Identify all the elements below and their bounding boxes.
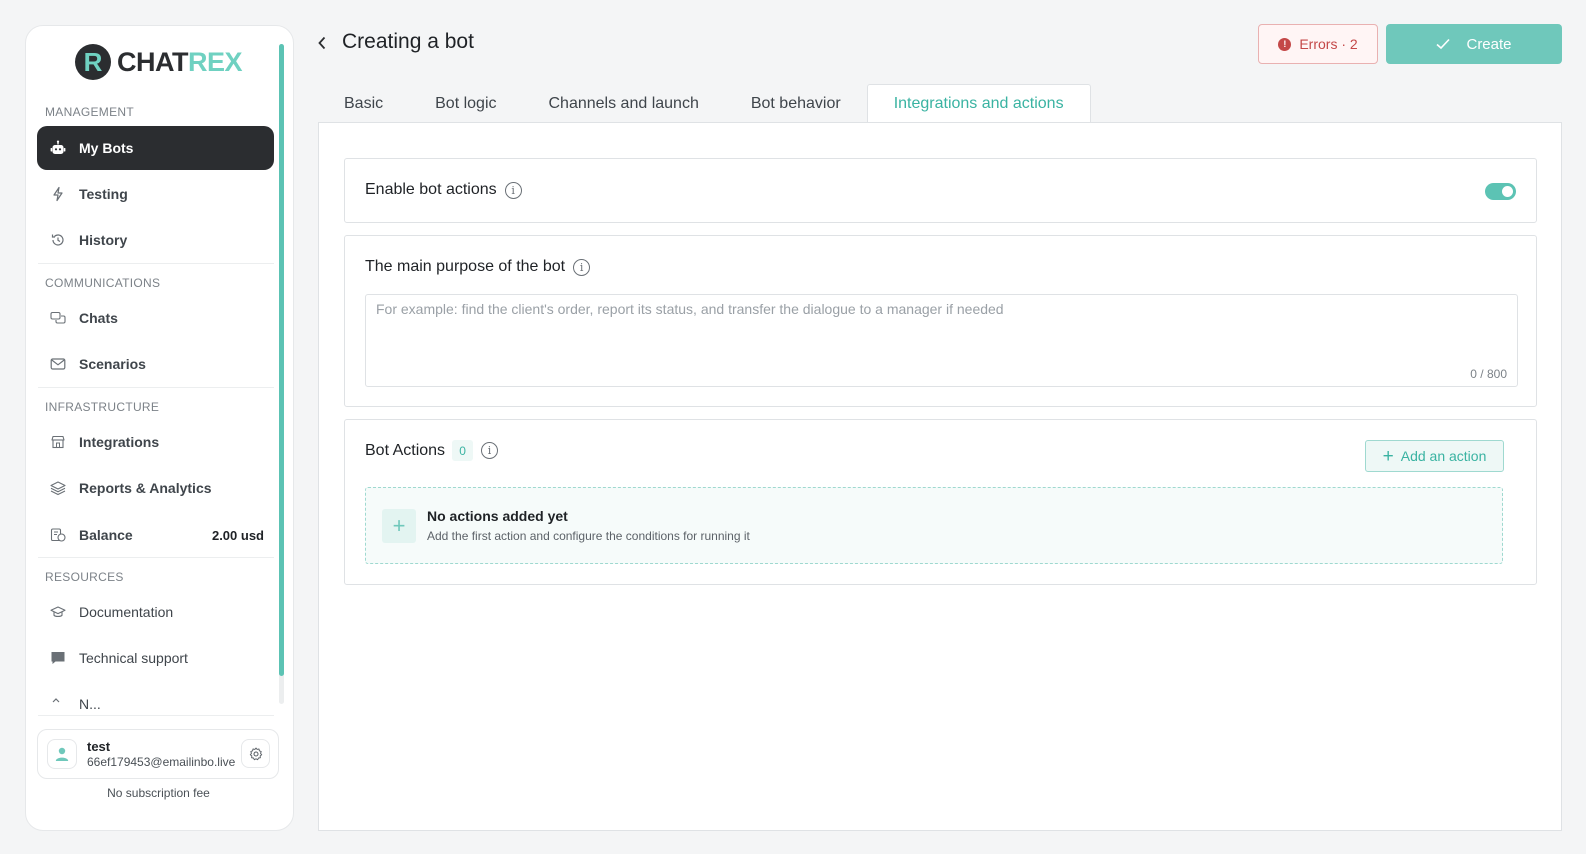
enable-actions-title: Enable bot actions i xyxy=(365,181,522,199)
char-counter: 0 / 800 xyxy=(1470,367,1507,381)
section-label-resources: RESOURCES xyxy=(45,570,124,584)
news-icon xyxy=(49,695,67,713)
actions-count-badge: 0 xyxy=(452,440,474,461)
avatar xyxy=(47,739,77,769)
sidebar-item-label: Scenarios xyxy=(79,356,146,372)
plus-icon: + xyxy=(1382,445,1394,467)
user-card[interactable]: test 66ef179453@emailinbo.live xyxy=(37,729,279,779)
enable-actions-card: Enable bot actions i xyxy=(344,158,1537,223)
add-action-button[interactable]: + Add an action xyxy=(1365,440,1504,472)
sidebar-scrollbar-thumb[interactable] xyxy=(279,44,284,676)
sidebar-item-reports[interactable]: Reports & Analytics xyxy=(37,466,274,510)
sidebar: R CHATREX MANAGEMENT My Bots Testing His… xyxy=(25,25,294,831)
logo-text: CHATREX xyxy=(117,46,243,77)
errors-label: Errors · 2 xyxy=(1299,36,1358,52)
sidebar-item-support[interactable]: Technical support xyxy=(37,636,274,680)
page-title: Creating a bot xyxy=(342,30,474,53)
sidebar-item-news[interactable]: N... xyxy=(37,682,274,714)
main-panel: Enable bot actions i The main purpose of… xyxy=(318,122,1562,831)
sidebar-item-label: N... xyxy=(79,696,101,712)
sidebar-item-label: Technical support xyxy=(79,650,188,666)
tab-bot-logic[interactable]: Bot logic xyxy=(409,84,522,123)
add-action-label: Add an action xyxy=(1400,448,1487,464)
store-icon xyxy=(49,433,67,451)
subscription-status: No subscription fee xyxy=(107,786,210,800)
sidebar-item-label: Chats xyxy=(79,310,118,326)
sidebar-divider xyxy=(38,557,274,558)
tab-bar: Basic Bot logic Channels and launch Bot … xyxy=(318,84,1091,123)
sidebar-item-documentation[interactable]: Documentation xyxy=(37,590,274,634)
sidebar-item-chats[interactable]: Chats xyxy=(37,296,274,340)
robot-icon xyxy=(49,139,67,157)
user-name: test xyxy=(87,739,111,754)
enable-actions-toggle[interactable] xyxy=(1485,183,1516,200)
settings-button[interactable] xyxy=(241,739,270,768)
coins-icon xyxy=(49,526,67,544)
sidebar-divider xyxy=(38,263,274,264)
sidebar-nav: R CHATREX MANAGEMENT My Bots Testing His… xyxy=(26,26,293,714)
purpose-title: The main purpose of the bot i xyxy=(365,258,591,276)
balance-value: 2.00 usd xyxy=(211,527,264,543)
info-icon[interactable]: i xyxy=(504,181,522,199)
purpose-field[interactable]: 0 / 800 xyxy=(365,294,1518,387)
tab-basic[interactable]: Basic xyxy=(318,84,409,123)
sidebar-item-scenarios[interactable]: Scenarios xyxy=(37,342,274,386)
error-icon: ! xyxy=(1278,37,1292,51)
chat-bubbles-icon xyxy=(49,309,67,327)
layers-icon xyxy=(49,479,67,497)
purpose-textarea[interactable] xyxy=(366,295,1517,386)
info-icon[interactable]: i xyxy=(481,442,499,459)
sidebar-item-integrations[interactable]: Integrations xyxy=(37,420,274,464)
graduation-cap-icon xyxy=(49,603,67,621)
plus-icon[interactable]: + xyxy=(382,509,416,543)
sidebar-item-my-bots[interactable]: My Bots xyxy=(37,126,274,170)
check-icon xyxy=(1436,38,1451,50)
tab-integrations[interactable]: Integrations and actions xyxy=(866,84,1091,123)
sidebar-item-label: Testing xyxy=(79,186,128,202)
sidebar-item-history[interactable]: History xyxy=(37,218,274,262)
errors-button[interactable]: ! Errors · 2 xyxy=(1258,24,1378,64)
sidebar-item-testing[interactable]: Testing xyxy=(37,172,274,216)
envelope-icon xyxy=(49,355,67,373)
empty-title: No actions added yet xyxy=(427,508,568,524)
chevron-left-icon xyxy=(318,36,326,50)
sidebar-item-label: My Bots xyxy=(79,140,134,156)
section-label-communications: COMMUNICATIONS xyxy=(45,276,161,290)
user-icon xyxy=(55,747,69,761)
gear-icon xyxy=(249,747,262,760)
create-button[interactable]: Create xyxy=(1386,24,1562,64)
tab-behavior[interactable]: Bot behavior xyxy=(725,84,867,123)
user-email: 66ef179453@emailinbo.live xyxy=(87,755,236,769)
brand-logo[interactable]: R CHATREX xyxy=(75,44,243,80)
tab-channels[interactable]: Channels and launch xyxy=(523,84,725,123)
info-icon[interactable]: i xyxy=(573,258,591,276)
purpose-card: The main purpose of the bot i 0 / 800 xyxy=(344,235,1537,407)
history-icon xyxy=(49,231,67,249)
lightning-icon xyxy=(49,185,67,203)
logo-mark: R xyxy=(75,44,111,80)
sidebar-item-balance[interactable]: Balance 2.00 usd xyxy=(37,513,274,557)
sidebar-item-label: Integrations xyxy=(79,434,160,450)
empty-subtitle: Add the first action and configure the c… xyxy=(427,529,750,543)
bot-actions-title: Bot Actions 0 i xyxy=(365,440,499,461)
section-label-infrastructure: INFRASTRUCTURE xyxy=(45,400,160,414)
message-icon xyxy=(49,649,67,667)
bot-actions-card: Bot Actions 0 i + Add an action + No act… xyxy=(344,419,1537,585)
sidebar-divider xyxy=(38,715,274,716)
sidebar-item-label: Balance xyxy=(79,527,133,543)
sidebar-item-label: Documentation xyxy=(79,604,174,620)
section-label-management: MANAGEMENT xyxy=(45,105,135,119)
sidebar-item-label: History xyxy=(79,232,128,248)
sidebar-divider xyxy=(38,387,274,388)
empty-actions-state: + No actions added yet Add the first act… xyxy=(365,487,1503,564)
create-label: Create xyxy=(1466,35,1512,53)
sidebar-item-label: Reports & Analytics xyxy=(79,480,212,496)
back-button[interactable] xyxy=(314,33,330,53)
